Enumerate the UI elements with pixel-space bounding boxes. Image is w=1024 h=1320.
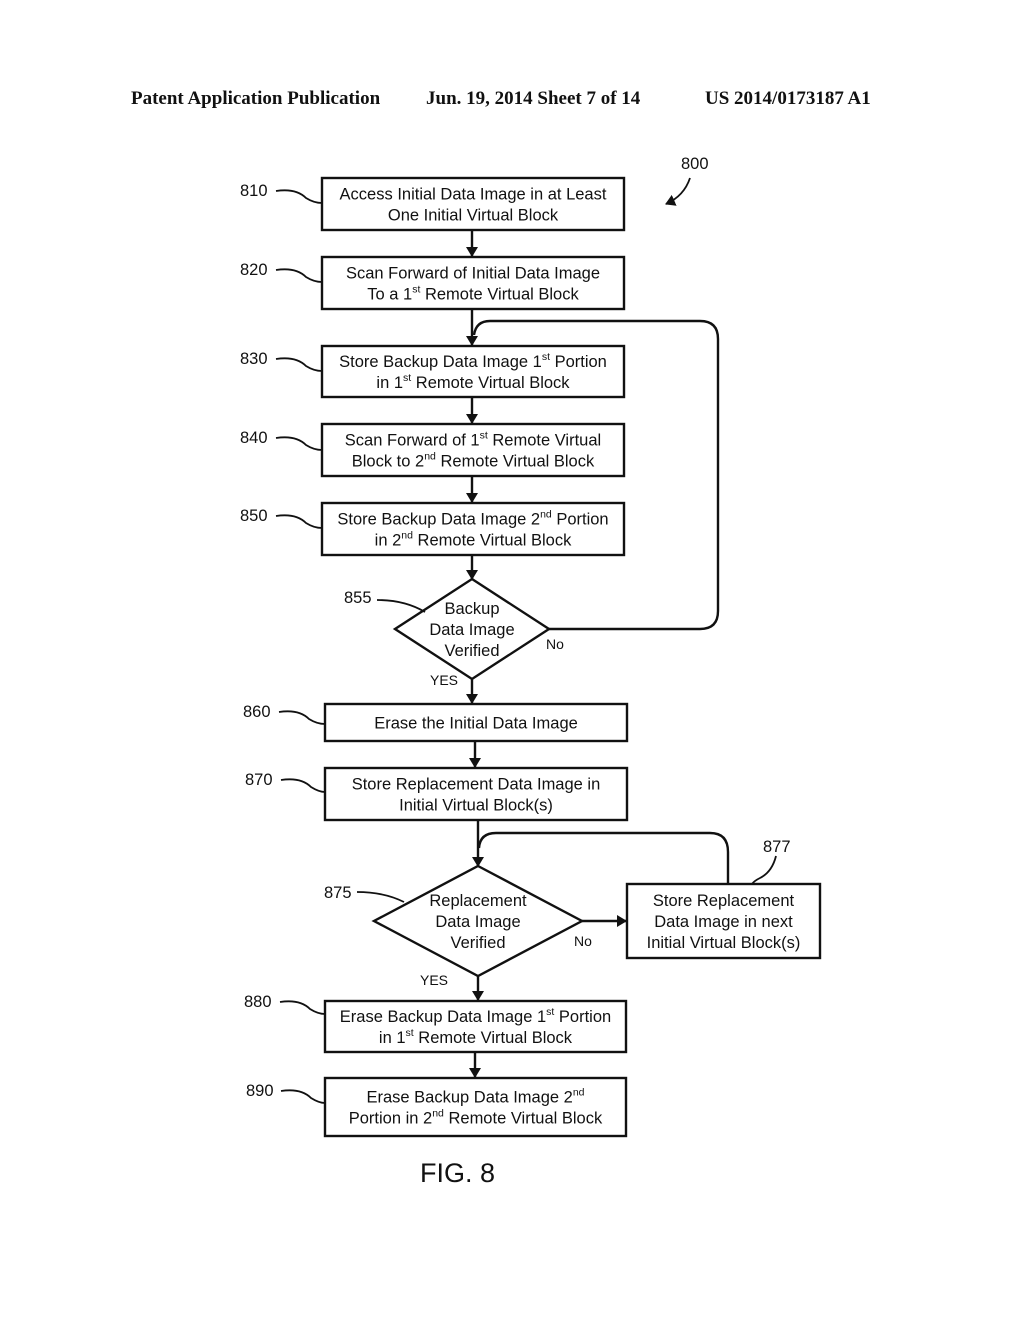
step-text-line: Store Backup Data Image 1st Portion [339,351,607,371]
decision-text-line: Backup [444,600,499,618]
ref-leader [275,357,323,372]
decision-text-line: Verified [444,642,499,660]
figure-caption: FIG. 8 [420,1158,495,1188]
decision-text-line: Verified [450,934,505,952]
decision-text-line: Replacement [429,892,527,910]
decision-ref-875: 875 [324,884,352,902]
step-820: Scan Forward of Initial Data ImageTo a 1… [240,255,626,311]
decision-text-line: Data Image [429,621,514,639]
step-text-line: Access Initial Data Image in at Least [340,186,607,204]
decision-855: Backup Data Image Verified 855 YES No [344,577,564,688]
step-text-line: Scan Forward of Initial Data Image [346,265,600,283]
step-810: Access Initial Data Image in at Least One… [240,176,626,232]
figure-ref-arrow [665,177,691,206]
step-ref-880: 880 [244,993,272,1011]
step-text-line: Erase the Initial Data Image [374,715,578,733]
step-ref-830: 830 [240,350,268,368]
ref-leader [280,778,326,793]
yes-label: YES [420,972,448,988]
step-text-line: To a 1st Remote Virtual Block [367,284,579,304]
step-text-line: One Initial Virtual Block [388,207,559,225]
step-877: Store Replacement Data Image in next Initi… [625,838,822,960]
step-text-line: Store Replacement Data Image in [352,776,601,794]
ref-leader [275,189,323,204]
no-label: No [546,636,564,652]
step-ref-850: 850 [240,507,268,525]
ref-leader [376,599,426,613]
step-text-line: Initial Virtual Block(s) [399,797,553,815]
loop-877-return [477,831,730,884]
ref-leader [275,268,323,283]
step-ref-870: 870 [245,771,273,789]
step-text-line: Initial Virtual Block(s) [647,934,801,952]
step-text-line: Scan Forward of 1st Remote Virtual [345,430,601,450]
ref-leader [280,1089,326,1104]
step-840: Scan Forward of 1st Remote VirtualBlock … [240,422,626,478]
step-text-line: Erase Backup Data Image 1st Portion [340,1006,611,1026]
step-ref-890: 890 [246,1082,274,1100]
step-870: Store Replacement Data Image in Initial V… [245,766,629,822]
step-text-line: Store Replacement [653,892,795,910]
figure-ref: 800 [681,155,709,173]
step-ref-810: 810 [240,182,268,200]
ref-leader [279,1000,326,1015]
step-890: Erase Backup Data Image 2ndPortion in 2n… [246,1076,628,1138]
step-880: Erase Backup Data Image 1st Portionin 1s… [244,993,628,1054]
step-860: Erase the Initial Data Image 860 [243,702,629,743]
decision-text-line: Data Image [435,913,520,931]
decision-875: Replacement Data Image Verified 875 YES No [324,864,592,988]
step-ref-860: 860 [243,703,271,721]
flowchart: 800 Access Initial Data Image in at Leas… [240,155,822,1188]
ref-leader [275,514,323,529]
decision-ref-855: 855 [344,589,372,607]
step-text-line: Portion in 2nd Remote Virtual Block [349,1108,603,1128]
step-text-line: Data Image in next [654,913,793,931]
step-text-line: Store Backup Data Image 2nd Portion [337,509,608,529]
ref-leader [278,710,326,725]
no-label: No [574,933,592,949]
ref-leader [751,855,777,885]
step-ref-820: 820 [240,261,268,279]
ref-leader [275,436,323,451]
step-ref-877: 877 [763,838,791,856]
ref-leader [356,891,405,903]
step-830: Store Backup Data Image 1st Portionin 1s… [240,344,626,399]
yes-label: YES [430,672,458,688]
step-text-line: Erase Backup Data Image 2nd [366,1087,584,1107]
step-850: Store Backup Data Image 2nd Portionin 2n… [240,501,626,557]
step-ref-840: 840 [240,429,268,447]
step-text-line: Block to 2nd Remote Virtual Block [352,451,595,471]
